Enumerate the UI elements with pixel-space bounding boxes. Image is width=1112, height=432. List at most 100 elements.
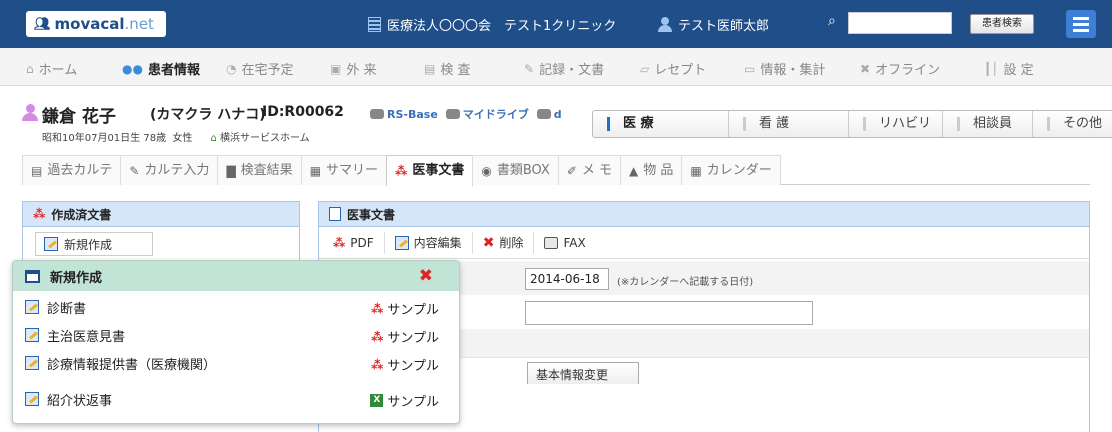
- nav-label: オフライン: [875, 63, 941, 78]
- building-icon: [368, 17, 381, 32]
- pdf-button[interactable]: ⁂ PDF: [331, 231, 385, 254]
- patient-birth: 昭和10年07月01日生 78歳 女性: [42, 129, 192, 144]
- clinic-icon: ▣: [330, 61, 342, 76]
- tab-medical-documents[interactable]: ⁂ 医事文書: [386, 155, 474, 186]
- organization-label: 医療法人〇〇〇会 テスト1クリニック: [368, 15, 616, 34]
- nav-records[interactable]: ✎ 記録・文書: [524, 59, 604, 79]
- role-tab-rehab[interactable]: リハビリ: [849, 111, 943, 137]
- movacal-logo[interactable]: 👥︎ movacal .net: [26, 11, 166, 37]
- tab-memo[interactable]: ✐ メ モ: [557, 155, 622, 185]
- nav-receipt[interactable]: ▱ レセプト: [640, 59, 706, 79]
- patient-search-input[interactable]: [848, 12, 952, 34]
- close-icon[interactable]: ✖: [419, 267, 433, 285]
- patient-id: ID:R00062: [262, 104, 344, 120]
- offline-icon: ✖: [860, 61, 871, 76]
- edit-icon: [44, 237, 58, 251]
- pdf-icon: ⁂: [333, 235, 346, 250]
- edit-icon: [394, 235, 409, 250]
- tab-label: サマリー: [326, 162, 379, 178]
- link-d[interactable]: d: [536, 106, 562, 122]
- document-text-input[interactable]: [525, 301, 813, 325]
- tab-summary[interactable]: ▦ サマリー: [300, 155, 388, 185]
- search-icon: ⌕: [828, 13, 836, 29]
- sample-link[interactable]: ⁂ サンプル: [371, 355, 439, 375]
- tab-label: カルテ入力: [144, 162, 210, 178]
- tab-label: 書類BOX: [496, 162, 550, 178]
- sample-link[interactable]: X サンプル: [370, 391, 439, 410]
- logo-text: movacal: [54, 15, 125, 33]
- link-label: マイドライブ: [462, 108, 529, 121]
- patient-icon: [22, 104, 38, 122]
- fax-button[interactable]: FAX: [534, 232, 595, 254]
- monitor-icon: ▭: [744, 61, 756, 76]
- role-tab-counselor[interactable]: 相談員: [943, 111, 1033, 137]
- nav-outpatient[interactable]: ▣ 外 来: [330, 59, 376, 79]
- popup-item-referral-reply[interactable]: 紹介状返事 X サンプル: [13, 385, 459, 413]
- role-tab-medical[interactable]: 医 療: [593, 111, 729, 137]
- medical-document-header: 医事文書: [319, 202, 1089, 227]
- birth-text: 昭和10年07月01日生 78歳: [42, 133, 167, 144]
- sex-text: 女性: [172, 133, 193, 144]
- popup-item-diagnosis[interactable]: 診断書 ⁂ サンプル: [13, 293, 459, 321]
- tab-document-box[interactable]: ◉ 書類BOX: [472, 155, 559, 185]
- edit-icon: [25, 300, 39, 314]
- sample-label: サンプル: [387, 395, 439, 410]
- patient-kana: (カマクラ ハナコ): [150, 107, 266, 123]
- patient-search-button[interactable]: 患者検索: [970, 14, 1034, 34]
- link-rs-base[interactable]: RS-Base: [370, 106, 438, 122]
- nav-offline[interactable]: ✖ オフライン: [860, 59, 941, 79]
- delete-button[interactable]: ✖ 削除: [473, 231, 535, 254]
- sample-link[interactable]: ⁂ サンプル: [371, 327, 439, 347]
- user-icon: [658, 17, 672, 32]
- tab-label: メ モ: [581, 162, 613, 178]
- edit-icon: [25, 356, 39, 370]
- car-icon: [445, 109, 460, 119]
- excel-icon: X: [370, 394, 384, 407]
- pdf-icon: ⁂: [371, 329, 384, 344]
- calendar-icon: ▦: [690, 163, 702, 178]
- date-note: (※カレンダーへ記載する日付): [617, 277, 754, 288]
- basic-info-change-button[interactable]: 基本情報変更: [527, 362, 639, 384]
- pdf-icon: ⁂: [395, 164, 408, 178]
- nav-patient-info[interactable]: ●● 患者情報: [122, 59, 200, 79]
- nav-label: 在宅予定: [241, 63, 294, 78]
- pdf-icon: ⁂: [371, 357, 384, 372]
- tab-test-results[interactable]: ▇ 検査結果: [217, 155, 302, 185]
- item-label: 診療情報提供書（医療機関）: [47, 357, 217, 373]
- document-date-input[interactable]: 2014-06-18: [525, 268, 609, 290]
- history-icon: ▤: [31, 163, 43, 178]
- edit-content-button[interactable]: 内容編集: [385, 231, 473, 254]
- tab-past-records[interactable]: ▤ 過去カルテ: [22, 155, 122, 185]
- button-label: PDF: [350, 235, 374, 250]
- delete-icon: ✖: [482, 234, 495, 251]
- nav-home-visit[interactable]: ◔ 在宅予定: [226, 59, 294, 79]
- people-icon: ●●: [122, 61, 143, 76]
- document-toolbar: ⁂ PDF 内容編集 ✖ 削除 FAX: [319, 227, 1089, 259]
- nav-info-stats[interactable]: ▭ 情報・集計: [744, 59, 826, 79]
- nav-settings[interactable]: ┃│ 設 定: [984, 59, 1034, 79]
- hamburger-menu-icon[interactable]: [1066, 10, 1096, 38]
- patient-facility[interactable]: 横浜サービスホーム: [210, 129, 310, 144]
- role-tab-other[interactable]: その他: [1033, 111, 1112, 137]
- main-nav: ⌂ ホーム ●● 患者情報 ◔ 在宅予定 ▣ 外 来 ▤ 検 査 ✎ 記録・文書 ▱ レセプト…: [0, 48, 1112, 86]
- tab-label: 医事文書: [412, 163, 465, 178]
- popup-item-attending-opinion[interactable]: 主治医意見書 ⁂ サンプル: [13, 321, 459, 349]
- role-tabs: 医 療 看 護 リハビリ 相談員 その他: [592, 110, 1112, 138]
- tab-label: 物 品: [643, 162, 674, 178]
- top-bar: 👥︎ movacal .net 医療法人〇〇〇会 テスト1クリニック テスト医師太…: [0, 0, 1112, 48]
- sample-link[interactable]: ⁂ サンプル: [371, 299, 439, 319]
- item-label: 診断書: [47, 301, 87, 317]
- link-my-drive[interactable]: マイドライブ: [445, 106, 529, 122]
- new-document-button[interactable]: 新規作成: [35, 232, 153, 256]
- nav-label: 情報・集計: [760, 63, 826, 78]
- summary-icon: ▦: [309, 163, 322, 178]
- nav-home[interactable]: ⌂ ホーム: [26, 59, 77, 79]
- popup-item-referral-info[interactable]: 診療情報提供書（医療機関） ⁂ サンプル: [13, 349, 459, 377]
- tab-chart-input[interactable]: ✎ カルテ入力: [120, 155, 219, 185]
- nav-exam[interactable]: ▤ 検 査: [424, 59, 470, 79]
- tab-goods[interactable]: ▲ 物 品: [620, 155, 683, 185]
- tab-calendar[interactable]: ▦ カレンダー: [681, 155, 781, 185]
- button-label: 削除: [499, 236, 524, 250]
- patient-subinfo: 昭和10年07月01日生 78歳 女性 横浜サービスホーム: [42, 129, 310, 144]
- role-tab-nursing[interactable]: 看 護: [729, 111, 849, 137]
